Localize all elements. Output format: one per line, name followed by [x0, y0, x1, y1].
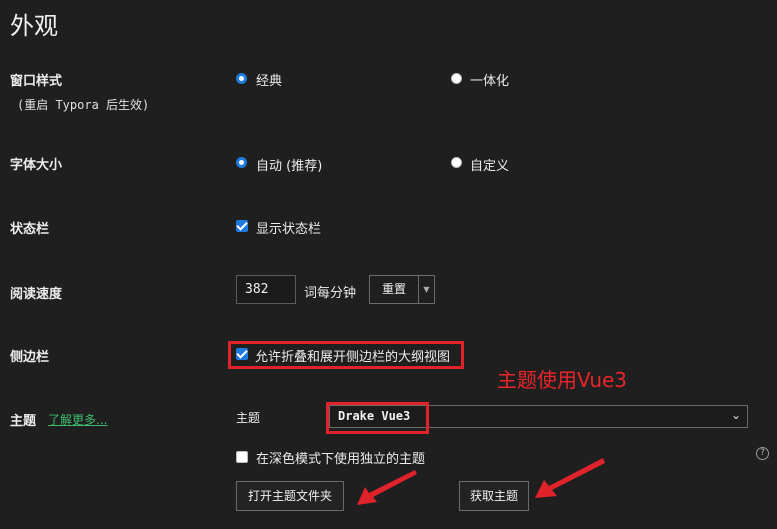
- theme-field-label: 主题: [236, 411, 261, 425]
- status-bar-checkbox-label[interactable]: 显示状态栏: [256, 218, 321, 237]
- radio-auto-label[interactable]: 自动 (推荐): [256, 155, 322, 174]
- sidebar-outline-checkbox-label[interactable]: 允许折叠和展开侧边栏的大纲视图: [255, 346, 450, 365]
- reading-speed-input[interactable]: 382: [236, 275, 296, 304]
- radio-unified[interactable]: [451, 73, 462, 84]
- caret-down-icon[interactable]: ▼: [418, 276, 434, 303]
- window-style-label: 窗口样式: [10, 74, 63, 89]
- status-bar-label: 状态栏: [10, 222, 50, 237]
- help-icon[interactable]: ?: [756, 447, 769, 460]
- radio-custom[interactable]: [451, 157, 462, 168]
- dark-mode-theme-label[interactable]: 在深色模式下使用独立的主题: [256, 448, 425, 467]
- radio-custom-label[interactable]: 自定义: [470, 155, 509, 174]
- annotation-text: 主题使用Vue3: [497, 368, 628, 392]
- annotation-arrow-icon: [535, 458, 605, 498]
- status-bar-checkbox[interactable]: [236, 220, 248, 232]
- sidebar-label: 侧边栏: [10, 350, 50, 365]
- annotation-arrow-icon: [357, 470, 417, 505]
- reading-speed-unit: 词每分钟: [304, 286, 357, 301]
- reset-button-group[interactable]: 重置 ▼: [369, 275, 435, 304]
- open-theme-folder-button[interactable]: 打开主题文件夹: [236, 481, 344, 511]
- radio-unified-label[interactable]: 一体化: [470, 70, 509, 89]
- font-size-label: 字体大小: [10, 158, 63, 173]
- learn-more-link[interactable]: 了解更多...: [48, 411, 107, 428]
- theme-label: 主题: [10, 414, 37, 429]
- window-style-note: (重启 Typora 后生效): [17, 98, 150, 112]
- radio-classic-label[interactable]: 经典: [256, 70, 282, 89]
- dark-mode-theme-checkbox[interactable]: [236, 451, 248, 463]
- reading-speed-label: 阅读速度: [10, 287, 63, 302]
- get-themes-button[interactable]: 获取主题: [459, 481, 529, 511]
- theme-highlight-box: [326, 402, 429, 434]
- radio-auto[interactable]: [236, 157, 247, 168]
- chevron-down-icon: ⌄: [730, 408, 741, 422]
- radio-classic[interactable]: [236, 73, 247, 84]
- sidebar-outline-checkbox[interactable]: [236, 348, 248, 360]
- page-title: 外观: [10, 12, 58, 40]
- reset-button[interactable]: 重置: [370, 276, 418, 303]
